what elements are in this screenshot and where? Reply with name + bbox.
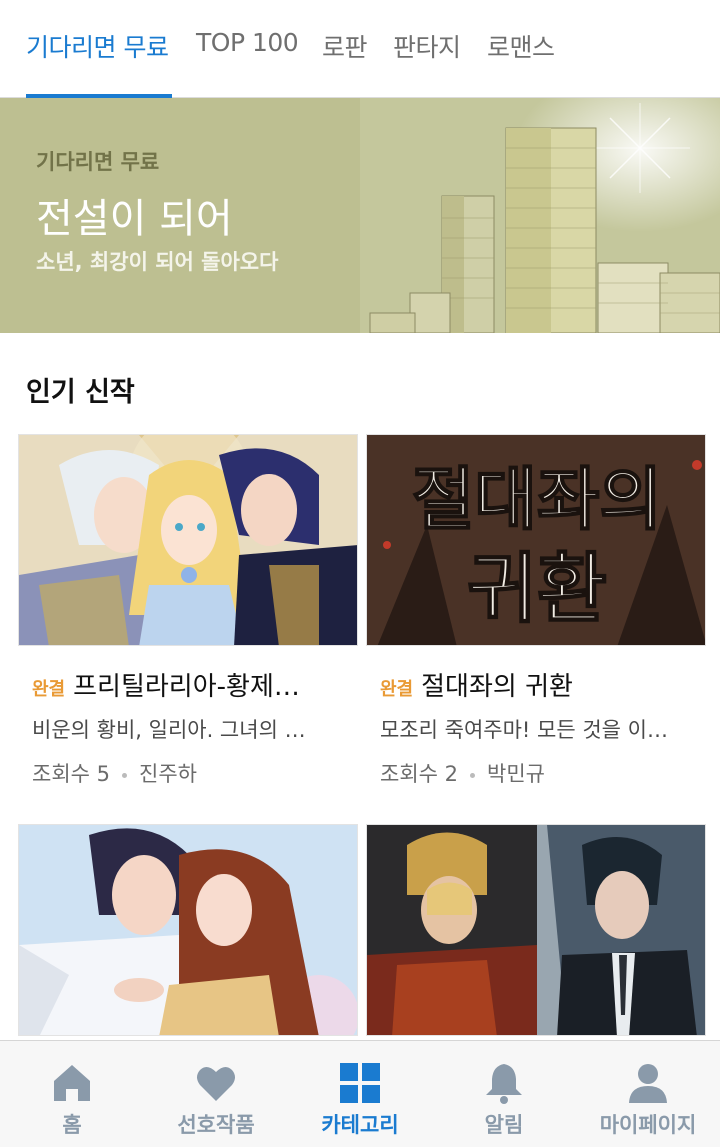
cover-image: 절대좌의 귀환: [366, 434, 706, 646]
home-icon: [54, 1065, 90, 1101]
view-count: 조회수 2: [380, 762, 458, 786]
nav-notifications[interactable]: 알림: [432, 1041, 576, 1147]
cover-illustration-romance: [19, 825, 357, 1035]
work-card[interactable]: [18, 824, 358, 1040]
card-title-row: 완결 프리틸라리아-황제…: [32, 666, 348, 703]
card-title: 절대좌의 귀환: [421, 672, 573, 702]
banner-cityscape-illustration: [360, 98, 720, 333]
heart-icon: [197, 1066, 235, 1101]
featured-banner[interactable]: 기다리면 무료 전설이 되어 소년, 최강이 되어 돌아오다: [0, 98, 720, 333]
bell-icon: [486, 1064, 522, 1104]
status-badge: 완결: [380, 679, 414, 700]
cover-image: [366, 824, 706, 1036]
card-title-row: 완결 절대좌의 귀환: [380, 666, 696, 703]
tab-romance-fantasy[interactable]: 로판: [322, 28, 368, 64]
card-meta: 조회수 5 진주하: [32, 758, 197, 788]
nav-category[interactable]: 카테고리: [288, 1041, 432, 1147]
card-description: 모조리 죽여주마! 모든 것을 이…: [380, 718, 668, 742]
separator-dot: [470, 772, 475, 778]
tab-fantasy[interactable]: 판타지: [393, 28, 461, 64]
work-card[interactable]: 완결 프리틸라리아-황제… 비운의 황비, 일리아. 그녀의 … 조회수 5 진주하: [18, 434, 358, 794]
tab-wait-free[interactable]: 기다리면 무료: [26, 28, 169, 64]
nav-label-category: 카테고리: [321, 1113, 399, 1137]
cover-image: [18, 824, 358, 1036]
banner-description: 소년, 최강이 되어 돌아오다: [36, 250, 279, 274]
author-name: 박민규: [487, 762, 545, 786]
banner-subtitle: 기다리면 무료: [36, 150, 160, 174]
tab-top100[interactable]: TOP 100: [196, 28, 299, 57]
nav-label-notifications: 알림: [484, 1113, 524, 1137]
cover-illustration-romance-fantasy: [19, 435, 357, 645]
nav-mypage[interactable]: 마이페이지: [576, 1041, 720, 1147]
banner-title: 전설이 되어: [36, 196, 233, 242]
separator-dot: [122, 772, 127, 778]
view-count: 조회수 5: [32, 762, 110, 786]
person-icon: [629, 1064, 667, 1103]
nav-label-home: 홈: [62, 1113, 82, 1137]
nav-label-mypage: 마이페이지: [599, 1113, 697, 1137]
top-tab-bar: 기다리면 무료 TOP 100 로판 판타지 로맨스: [0, 0, 720, 98]
grid-icon: [340, 1063, 380, 1103]
work-card[interactable]: 절대좌의 귀환 완결 절대좌의 귀환 모조리 죽여주마! 모든 것을 이… 조회수…: [366, 434, 706, 794]
cover-image: [18, 434, 358, 646]
card-title: 프리틸라리아-황제…: [73, 672, 300, 702]
cover-title-line1: 절대좌의: [412, 461, 662, 540]
status-badge: 완결: [32, 679, 66, 700]
work-card[interactable]: [366, 824, 706, 1040]
section-title: 인기 신작: [26, 377, 135, 408]
cover-illustration-fantasy: [367, 825, 705, 1035]
bottom-navigation: 홈 선호작품 카테고리 알림 마이페이지: [0, 1040, 720, 1147]
cover-title-line2: 귀환: [467, 544, 607, 633]
tab-romance[interactable]: 로맨스: [487, 28, 555, 64]
card-description: 비운의 황비, 일리아. 그녀의 …: [32, 718, 306, 742]
nav-favorites[interactable]: 선호작품: [144, 1041, 288, 1147]
card-meta: 조회수 2 박민규: [380, 758, 545, 788]
nav-label-favorites: 선호작품: [177, 1113, 255, 1137]
cover-illustration-action: 절대좌의 귀환: [367, 435, 705, 645]
author-name: 진주하: [139, 762, 197, 786]
nav-home[interactable]: 홈: [0, 1041, 144, 1147]
